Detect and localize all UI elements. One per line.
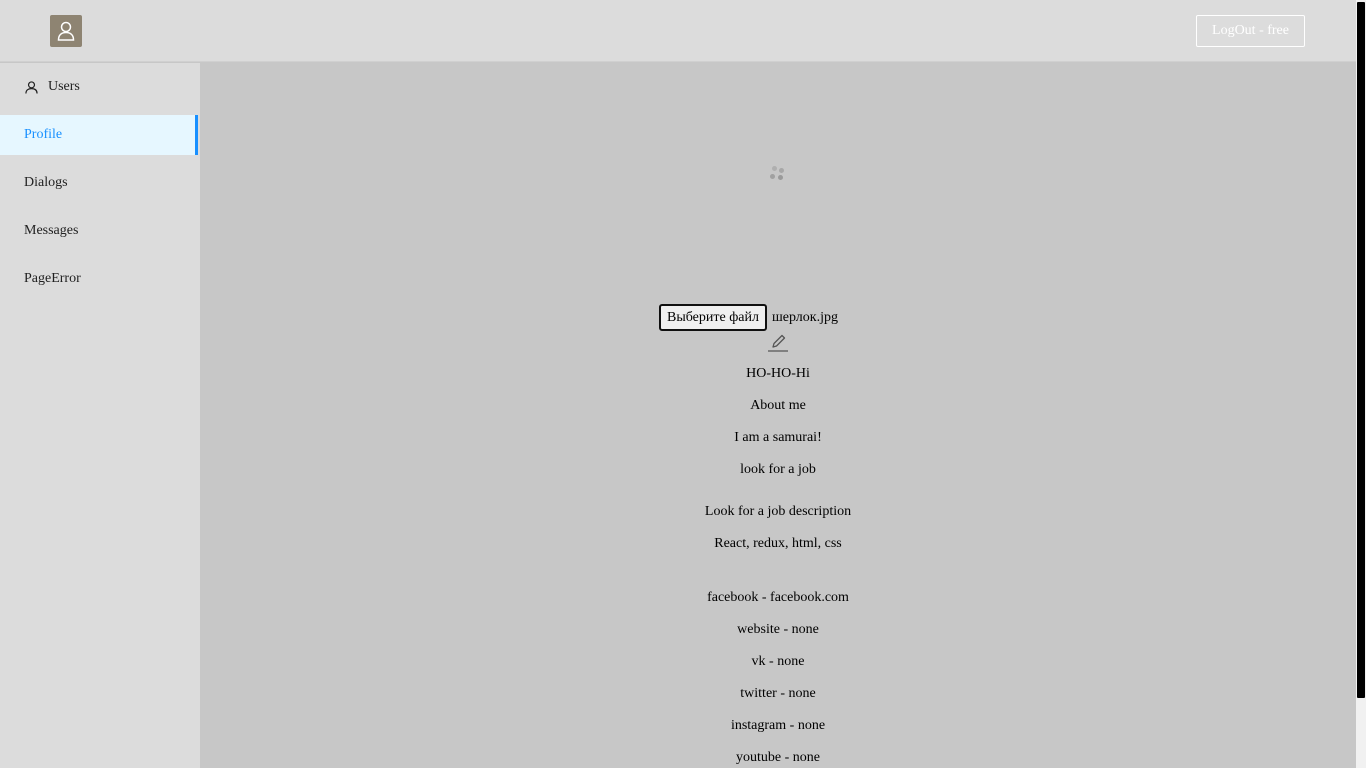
pencil-icon[interactable]	[766, 333, 790, 353]
job-label: look for a job	[740, 462, 816, 477]
sidebar-item-profile[interactable]: Profile	[0, 115, 198, 155]
contact-item: website - none	[737, 622, 819, 637]
contact-item: twitter - none	[740, 686, 816, 701]
user-icon	[57, 21, 75, 41]
sidebar-item-label: Messages	[24, 223, 79, 238]
scrollbar[interactable]	[1356, 0, 1366, 768]
sidebar-item-label: Dialogs	[24, 175, 68, 190]
choose-file-button[interactable]: Выберите файл	[659, 304, 767, 331]
file-upload: Выберите файл шерлок.jpg	[659, 304, 838, 331]
app-header: LogOut - free	[0, 0, 1356, 62]
avatar[interactable]	[50, 15, 82, 47]
contact-item: facebook - facebook.com	[707, 590, 849, 605]
sidebar-item-dialogs[interactable]: Dialogs	[0, 163, 200, 203]
user-icon	[24, 80, 38, 94]
logout-button[interactable]: LogOut - free	[1196, 15, 1305, 47]
scrollbar-thumb[interactable]	[1357, 2, 1365, 698]
job-description-label: Look for a job description	[704, 504, 852, 519]
spinner-icon	[770, 166, 786, 182]
contact-item: youtube - none	[736, 750, 820, 765]
contact-item: instagram - none	[730, 718, 826, 733]
profile-status[interactable]: HO-HO-Hi	[578, 365, 978, 383]
sidebar-item-messages[interactable]: Messages	[0, 211, 200, 251]
sidebar-nav: Users Profile Dialogs Messages PageError	[0, 63, 200, 768]
sidebar-item-label: Users	[48, 79, 80, 94]
sidebar-item-label: PageError	[24, 271, 81, 286]
sidebar-item-label: Profile	[24, 127, 63, 142]
about-text: I am a samurai!	[734, 430, 822, 445]
about-label: About me	[750, 398, 806, 413]
contact-item: vk - none	[751, 654, 805, 669]
sidebar-item-page-error[interactable]: PageError	[0, 259, 200, 299]
sidebar-item-users[interactable]: Users	[0, 67, 200, 107]
job-description: React, redux, html, css	[714, 536, 842, 551]
file-name: шерлок.jpg	[771, 309, 838, 325]
profile-content: Выберите файл шерлок.jpg HO-HO-Hi About …	[200, 63, 1356, 768]
